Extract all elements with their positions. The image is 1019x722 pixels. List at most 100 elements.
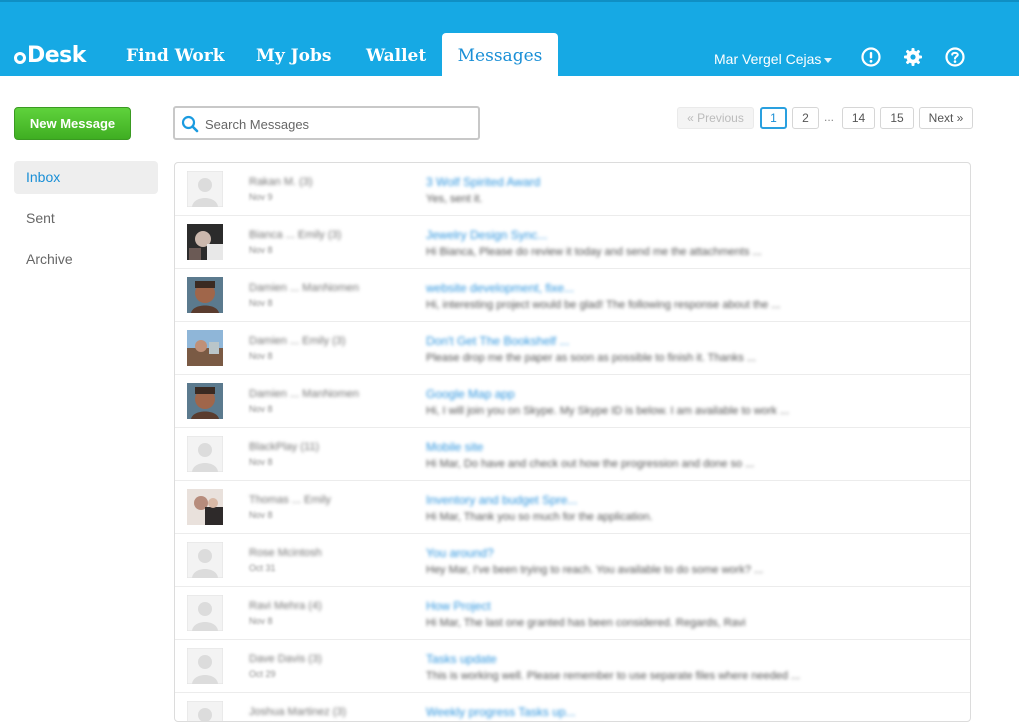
message-content: website development, fixe... Hi, interest…: [426, 281, 946, 311]
page-1-button[interactable]: 1: [760, 107, 787, 129]
message-row[interactable]: Thomas ... Emily Nov 8 Inventory and budge…: [175, 481, 970, 534]
message-date: Oct 31: [249, 563, 276, 573]
message-row[interactable]: Bianca ... Emily (3) Nov 8 Jewelry Design …: [175, 216, 970, 269]
next-page-button[interactable]: Next »: [919, 107, 973, 129]
message-meta: Damien ... ManNomen Nov 8: [249, 282, 399, 308]
message-date: Nov 8: [249, 351, 273, 361]
message-date: Nov 8: [249, 510, 273, 520]
message-sender: BlackPlay (11): [249, 441, 320, 453]
message-snippet: Hey Mar, I've been trying to reach. You …: [426, 564, 764, 576]
message-sender: Dave Davis (3): [249, 653, 322, 665]
message-meta: Damien ... Emily (3) Nov 8: [249, 335, 399, 361]
message-content: Tasks update This is working well. Please…: [426, 652, 946, 682]
message-snippet: Hi, interesting project would be glad! T…: [426, 299, 781, 311]
message-meta: Rakan M. (3) Nov 9: [249, 176, 399, 202]
tab-messages[interactable]: Messages: [442, 33, 558, 78]
nav-my-jobs[interactable]: My Jobs: [256, 46, 331, 66]
search-icon: [181, 115, 199, 133]
message-snippet: Hi Mar, The last one granted has been co…: [426, 617, 746, 629]
message-content: Jewelry Design Sync... Hi Bianca, Please …: [426, 228, 946, 258]
message-content: How Project Hi Mar, The last one granted …: [426, 599, 946, 629]
message-subject-link[interactable]: Google Map app: [426, 387, 946, 401]
message-snippet: Hi, I will join you on Skype. My Skype I…: [426, 405, 790, 417]
message-meta: Joshua Martinez (3)Oct 28: [249, 706, 399, 721]
message-date: Nov 8: [249, 245, 273, 255]
message-sender: Damien ... ManNomen: [249, 282, 360, 294]
message-sender: Thomas ... Emily: [249, 494, 331, 506]
message-date: Nov 8: [249, 404, 273, 414]
message-sender: Bianca ... Emily (3): [249, 229, 342, 241]
message-row[interactable]: Damien ... Emily (3) Nov 8 Don't Get The B…: [175, 322, 970, 375]
message-subject-link[interactable]: Weekly progress Tasks up...: [426, 705, 946, 719]
top-navigation-bar: Desk Find Work My Jobs Wallet Messages M…: [0, 0, 1019, 78]
message-row[interactable]: BlackPlay (11) Nov 8 Mobile site Hi Mar, Do…: [175, 428, 970, 481]
pagination-ellipsis: ...: [824, 110, 835, 124]
message-date: Nov 9: [249, 192, 273, 202]
message-subject-link[interactable]: website development, fixe...: [426, 281, 946, 295]
nav-find-work[interactable]: Find Work: [126, 46, 224, 66]
message-snippet: Hi Mar, Thank you so much for the applic…: [426, 511, 653, 523]
message-content: You around? Hey Mar, I've been trying to …: [426, 546, 946, 576]
message-subject-link[interactable]: Jewelry Design Sync...: [426, 228, 946, 242]
nav-wallet[interactable]: Wallet: [366, 46, 426, 66]
message-row[interactable]: Damien ... ManNomen Nov 8 Google Map app Hi…: [175, 375, 970, 428]
search-box: [173, 106, 480, 140]
previous-page-button[interactable]: « Previous: [677, 107, 754, 129]
message-meta: BlackPlay (11) Nov 8: [249, 441, 399, 467]
message-subject-link[interactable]: Mobile site: [426, 440, 946, 454]
message-sender: Joshua Martinez (3): [249, 706, 347, 718]
message-sender: Rakan M. (3): [249, 176, 313, 188]
avatar: [187, 277, 223, 313]
message-content: Inventory and budget Spre... Hi Mar, Than…: [426, 493, 946, 523]
folder-sidebar: Inbox Sent Archive: [14, 161, 158, 284]
sidebar-item-sent[interactable]: Sent: [14, 202, 158, 235]
message-row[interactable]: Ravi Mehra (4) Nov 8 How Project Hi Mar, Th…: [175, 587, 970, 640]
message-row[interactable]: Joshua Martinez (3)Oct 28 Weekly progress…: [175, 693, 970, 721]
page-15-button[interactable]: 15: [880, 107, 914, 129]
message-row[interactable]: Rose Mcintosh Oct 31 You around? Hey Mar, I…: [175, 534, 970, 587]
message-subject-link[interactable]: How Project: [426, 599, 946, 613]
logo-o-mark: [14, 52, 26, 64]
page-2-button[interactable]: 2: [792, 107, 819, 129]
message-meta: Rose Mcintosh Oct 31: [249, 547, 399, 573]
message-content: Weekly progress Tasks up...Hi Mar, just …: [426, 705, 946, 721]
message-row[interactable]: Dave Davis (3) Oct 29 Tasks update This is …: [175, 640, 970, 693]
message-subject-link[interactable]: 3 Wolf Spirited Award: [426, 175, 946, 189]
logo-text: Desk: [27, 42, 86, 68]
default-avatar-icon: [187, 595, 223, 631]
odesk-logo[interactable]: Desk: [14, 42, 86, 68]
message-subject-link[interactable]: Tasks update: [426, 652, 946, 666]
help-icon[interactable]: [945, 47, 965, 67]
default-avatar-icon: [187, 436, 223, 472]
message-subject-link[interactable]: Inventory and budget Spre...: [426, 493, 946, 507]
default-avatar-icon: [187, 171, 223, 207]
gear-icon[interactable]: [903, 47, 923, 67]
user-menu[interactable]: Mar Vergel Cejas: [714, 51, 833, 67]
message-meta: Ravi Mehra (4) Nov 8: [249, 600, 399, 626]
message-row[interactable]: Damien ... ManNomen Nov 8 website developm…: [175, 269, 970, 322]
message-subject-link[interactable]: Don't Get The Bookshelf ...: [426, 334, 946, 348]
tab-messages-label: Messages: [457, 46, 543, 66]
avatar: [187, 489, 223, 525]
message-date: Oct 29: [249, 669, 276, 679]
message-row[interactable]: Rakan M. (3) Nov 9 3 Wolf Spirited Award Ye…: [175, 163, 970, 216]
avatar: [187, 383, 223, 419]
new-message-button[interactable]: New Message: [14, 107, 131, 140]
message-date: Nov 8: [249, 298, 273, 308]
message-snippet: Please drop me the paper as soon as poss…: [426, 352, 756, 364]
message-date: Nov 8: [249, 616, 273, 626]
user-name: Mar Vergel Cejas: [714, 51, 822, 67]
avatar: [187, 224, 223, 260]
message-content: Don't Get The Bookshelf ... Please drop m…: [426, 334, 946, 364]
message-snippet: Hi Bianca, Please do review it today and…: [426, 246, 762, 258]
message-sender: Rose Mcintosh: [249, 547, 322, 559]
sidebar-item-archive[interactable]: Archive: [14, 243, 158, 276]
sidebar-item-inbox[interactable]: Inbox: [14, 161, 158, 194]
message-meta: Thomas ... Emily Nov 8: [249, 494, 399, 520]
message-meta: Bianca ... Emily (3) Nov 8: [249, 229, 399, 255]
message-list: Rakan M. (3) Nov 9 3 Wolf Spirited Award Ye…: [174, 162, 971, 722]
message-subject-link[interactable]: You around?: [426, 546, 946, 560]
search-input[interactable]: [203, 111, 467, 137]
page-14-button[interactable]: 14: [842, 107, 875, 129]
alert-icon[interactable]: [861, 47, 881, 67]
